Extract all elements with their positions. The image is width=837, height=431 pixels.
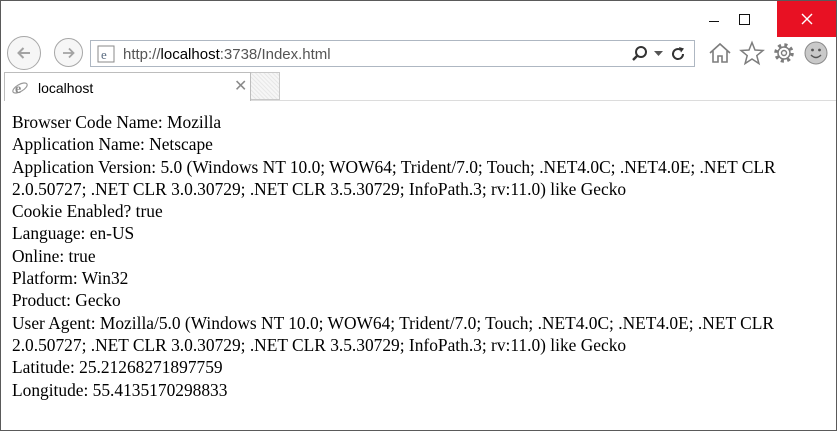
online-status: Online: true	[12, 245, 96, 266]
back-arrow-icon	[17, 47, 30, 59]
svg-text:e: e	[15, 82, 21, 97]
new-tab-button[interactable]	[251, 72, 280, 100]
address-tools	[626, 44, 688, 64]
latitude: Latitude: 25.21268271897759	[12, 357, 223, 378]
search-icon	[632, 46, 647, 61]
url-host: localhost	[160, 46, 220, 63]
back-button[interactable]	[7, 36, 41, 70]
close-window-button[interactable]	[777, 1, 836, 37]
address-bar[interactable]: e http://localhost:3738/Index.html	[90, 40, 695, 67]
application-version: Application Version: 5.0 (Windows NT 10.…	[12, 156, 776, 199]
forward-button[interactable]	[54, 38, 83, 67]
close-tab-button[interactable]: ✕	[234, 79, 247, 95]
chevron-down-icon	[653, 51, 663, 56]
application-name: Application Name: Netscape	[12, 134, 213, 155]
tab-localhost[interactable]: e localhost ✕	[4, 72, 251, 101]
platform: Platform: Win32	[12, 268, 129, 289]
smiley-icon	[804, 41, 827, 65]
title-bar	[1, 1, 836, 37]
tab-strip: e localhost ✕	[1, 71, 836, 101]
forward-arrow-icon	[62, 47, 75, 58]
home-icon	[708, 42, 731, 63]
browser-window: e http://localhost:3738/Index.html e loc…	[0, 0, 837, 431]
url-scheme: http://	[123, 46, 161, 63]
search-button[interactable]	[630, 44, 650, 64]
tab-divider	[251, 100, 836, 101]
favorites-button[interactable]	[738, 40, 765, 67]
url-path: :3738/Index.html	[219, 46, 331, 63]
refresh-button[interactable]	[668, 44, 688, 64]
language: Language: en-US	[12, 223, 135, 244]
minimize-icon	[709, 20, 719, 22]
ie-page-icon: e	[97, 45, 115, 63]
gear-icon	[773, 43, 794, 63]
browser-toolbar	[701, 38, 829, 68]
address-url[interactable]: http://localhost:3738/Index.html	[123, 46, 331, 63]
close-icon	[801, 13, 812, 25]
cookie-enabled: Cookie Enabled? true	[12, 201, 163, 222]
tab-title: localhost	[38, 80, 94, 96]
page-content: Browser Code Name: Mozilla Application N…	[12, 111, 827, 401]
user-agent: User Agent: Mozilla/5.0 (Windows NT 10.0…	[12, 312, 774, 355]
navigation-bar: e http://localhost:3738/Index.html	[1, 36, 836, 71]
maximize-icon	[738, 13, 750, 25]
longitude: Longitude: 55.4135170298833	[12, 379, 228, 400]
settings-button[interactable]	[770, 40, 797, 67]
product: Product: Gecko	[12, 290, 121, 311]
maximize-button[interactable]	[721, 1, 767, 37]
svg-text:e: e	[101, 47, 107, 62]
home-button[interactable]	[706, 40, 733, 67]
dropdown-button[interactable]	[652, 44, 664, 64]
ie-logo-icon: e	[12, 82, 28, 97]
browser-code-name: Browser Code Name: Mozilla	[12, 112, 222, 132]
refresh-icon	[672, 47, 685, 60]
star-icon	[738, 40, 765, 66]
feedback-button[interactable]	[802, 40, 829, 67]
